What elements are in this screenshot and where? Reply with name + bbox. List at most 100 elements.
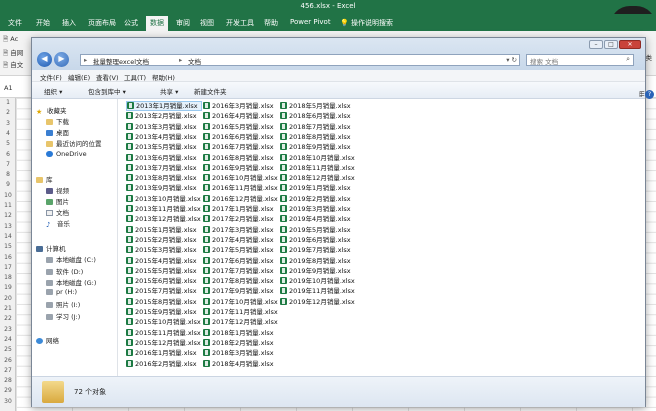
file-item[interactable]: 2019年6月销量.xlsx (280, 235, 356, 245)
nav-item[interactable]: 计算机 (36, 243, 66, 253)
menu-view[interactable]: 查看(V) (96, 72, 119, 82)
file-item[interactable]: 2016年1月销量.xlsx (126, 348, 202, 358)
file-item[interactable]: 2013年11月销量.xlsx (126, 204, 202, 214)
file-item[interactable]: 2019年3月销量.xlsx (280, 204, 356, 214)
file-item[interactable]: 2016年12月销量.xlsx (203, 194, 279, 204)
file-item[interactable]: 2013年7月销量.xlsx (126, 163, 202, 173)
row-number[interactable]: 2 (0, 109, 16, 116)
file-item[interactable]: 2019年5月销量.xlsx (280, 225, 356, 235)
file-item[interactable]: 2017年9月销量.xlsx (203, 286, 279, 296)
tab-home[interactable]: 开始 (36, 18, 50, 28)
file-item[interactable]: 2019年8月销量.xlsx (280, 256, 356, 266)
nav-item[interactable]: 照片 (I:) (46, 299, 80, 309)
nav-item[interactable]: 软件 (D:) (46, 266, 83, 276)
file-item[interactable]: 2018年9月销量.xlsx (280, 142, 356, 152)
row-number[interactable]: 5 (0, 140, 16, 147)
file-item[interactable]: 2018年7月销量.xlsx (280, 122, 356, 132)
row-number[interactable]: 18 (0, 274, 16, 281)
file-item[interactable]: 2016年3月销量.xlsx (203, 101, 279, 111)
file-item[interactable]: 2016年2月销量.xlsx (126, 359, 202, 369)
row-number[interactable]: 19 (0, 284, 16, 291)
nav-item[interactable]: 本地磁盘 (C:) (46, 254, 96, 264)
row-number[interactable]: 29 (0, 387, 16, 394)
file-item[interactable]: 2017年1月销量.xlsx (203, 204, 279, 214)
tab-help[interactable]: 帮助 (264, 18, 278, 28)
nav-item[interactable]: 本地磁盘 (G:) (46, 277, 96, 287)
row-number[interactable]: 24 (0, 336, 16, 343)
menu-file[interactable]: 文件(F) (40, 72, 62, 82)
menu-help[interactable]: 帮助(H) (152, 72, 175, 82)
tell-me-search[interactable]: 💡 操作说明搜索 (340, 18, 393, 28)
minimize-button[interactable]: – (589, 40, 603, 49)
file-item[interactable]: 2017年7月销量.xlsx (203, 266, 279, 276)
row-number[interactable]: 10 (0, 192, 16, 199)
file-item[interactable]: 2015年12月销量.xlsx (126, 338, 202, 348)
file-item[interactable]: 2015年5月销量.xlsx (126, 266, 202, 276)
breadcrumb-current[interactable]: 文档 (188, 56, 201, 66)
row-number[interactable]: 1 (0, 99, 16, 106)
name-box[interactable]: A1 (4, 84, 28, 95)
ribbon-get-data-access[interactable]: 🗎 Ac (3, 35, 18, 46)
help-icon[interactable]: ? (645, 90, 654, 99)
tab-power-pivot[interactable]: Power Pivot (290, 18, 331, 26)
file-item[interactable]: 2015年4月销量.xlsx (126, 256, 202, 266)
file-item[interactable]: 2018年11月销量.xlsx (280, 163, 356, 173)
file-item[interactable]: 2016年7月销量.xlsx (203, 142, 279, 152)
row-number[interactable]: 15 (0, 243, 16, 250)
row-number[interactable]: 22 (0, 315, 16, 322)
nav-item[interactable]: 视频 (46, 185, 69, 195)
breadcrumb-parent[interactable]: 批量整理excel文档 (93, 56, 149, 66)
file-item[interactable]: 2019年2月销量.xlsx (280, 194, 356, 204)
nav-item[interactable]: ★ 收藏夹 (36, 105, 67, 116)
search-box[interactable]: 搜索 文档 ⌕ (526, 54, 634, 66)
nav-item[interactable]: 文档 (46, 207, 69, 217)
file-item[interactable]: 2015年1月销量.xlsx (126, 225, 202, 235)
file-item[interactable]: 2017年6月销量.xlsx (203, 256, 279, 266)
file-item[interactable]: 2017年5月销量.xlsx (203, 245, 279, 255)
row-number[interactable]: 4 (0, 130, 16, 137)
file-item[interactable]: 2015年3月销量.xlsx (126, 245, 202, 255)
file-item[interactable]: 2019年10月销量.xlsx (280, 276, 356, 286)
row-number[interactable]: 3 (0, 120, 16, 127)
file-item[interactable]: 2016年4月销量.xlsx (203, 111, 279, 121)
file-item[interactable]: 2017年12月销量.xlsx (203, 317, 279, 327)
file-item[interactable]: 2018年10月销量.xlsx (280, 153, 356, 163)
file-item[interactable]: 2015年8月销量.xlsx (126, 297, 202, 307)
tab-page-layout[interactable]: 页面布局 (88, 18, 116, 28)
file-item[interactable]: 2017年10月销量.xlsx (203, 297, 279, 307)
forward-arrow-icon[interactable]: ▶ (54, 52, 69, 67)
file-item[interactable]: 2018年4月销量.xlsx (203, 359, 279, 369)
nav-item[interactable]: ♪ 音乐 (46, 218, 70, 229)
row-number[interactable]: 21 (0, 305, 16, 312)
tab-review[interactable]: 审阅 (176, 18, 190, 28)
back-arrow-icon[interactable]: ◀ (37, 52, 52, 67)
menu-tools[interactable]: 工具(T) (124, 72, 146, 82)
tab-developer[interactable]: 开发工具 (226, 18, 254, 28)
file-item[interactable]: 2013年5月销量.xlsx (126, 142, 202, 152)
file-item[interactable]: 2016年11月销量.xlsx (203, 183, 279, 193)
file-item[interactable]: 2013年2月销量.xlsx (126, 111, 202, 121)
row-number[interactable]: 13 (0, 223, 16, 230)
nav-item[interactable]: 图片 (46, 196, 69, 206)
file-item[interactable]: 2019年12月销量.xlsx (280, 297, 356, 307)
file-item[interactable]: 2015年6月销量.xlsx (126, 276, 202, 286)
file-item[interactable]: 2016年6月销量.xlsx (203, 132, 279, 142)
file-item[interactable]: 2013年10月销量.xlsx (126, 194, 202, 204)
file-item[interactable]: 2013年9月销量.xlsx (126, 183, 202, 193)
nav-item[interactable]: 库 (36, 174, 53, 184)
row-number[interactable]: 23 (0, 326, 16, 333)
organize-button[interactable]: 组织 ▾ (44, 86, 62, 96)
file-item[interactable]: 2019年9月销量.xlsx (280, 266, 356, 276)
file-item[interactable]: 2018年12月销量.xlsx (280, 173, 356, 183)
row-number[interactable]: 17 (0, 264, 16, 271)
file-item[interactable]: 2013年6月销量.xlsx (126, 153, 202, 163)
preview-pane-icon[interactable]: ▯ (639, 90, 643, 98)
tab-view[interactable]: 视图 (200, 18, 214, 28)
row-number[interactable]: 30 (0, 398, 16, 405)
tab-file[interactable]: 文件 (8, 18, 22, 28)
share-button[interactable]: 共享 ▾ (160, 86, 178, 96)
row-number[interactable]: 6 (0, 151, 16, 158)
row-number[interactable]: 12 (0, 212, 16, 219)
file-item[interactable]: 2013年4月销量.xlsx (126, 132, 202, 142)
file-item[interactable]: 2018年1月销量.xlsx (203, 328, 279, 338)
